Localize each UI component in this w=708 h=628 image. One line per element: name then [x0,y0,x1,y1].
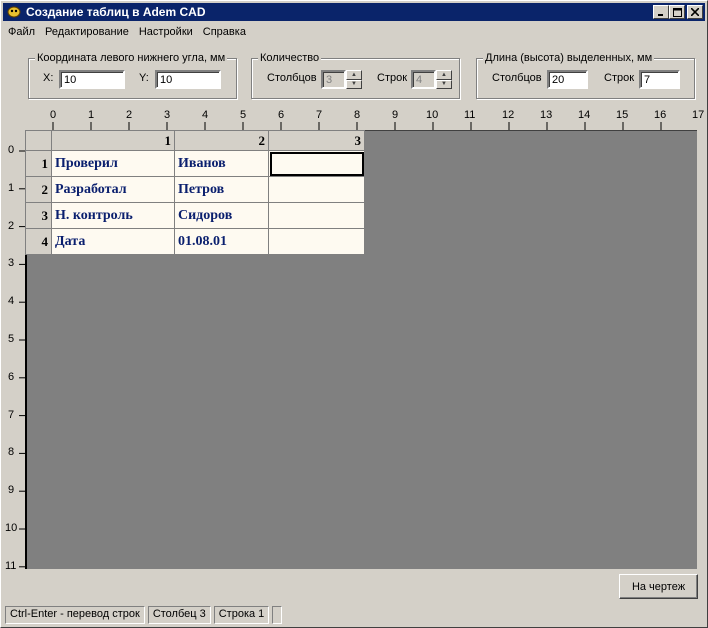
table-cell[interactable] [268,228,365,255]
horizontal-ruler [52,122,662,130]
status-column: Столбец 3 [147,606,211,624]
status-row: Строка 1 [213,606,270,624]
ruler-label: 0 [8,144,15,156]
main-window: Создание таблиц в Adem CAD Файл Редактир… [0,0,708,628]
spin-down-icon[interactable]: ▼ [436,79,452,89]
ruler-label: 4 [202,109,209,121]
minimize-icon [658,14,663,16]
column-header[interactable]: 2 [174,130,269,151]
row-header[interactable]: 1 [25,150,52,177]
ruler-label: 11 [464,109,476,121]
ruler-label: 9 [392,109,399,121]
vertical-ruler [19,150,27,568]
status-empty [272,606,283,624]
table-cell-selected[interactable] [268,150,365,177]
close-icon [691,8,699,16]
ruler-label: 11 [5,559,17,572]
maximize-icon [672,7,682,17]
columns-size-input[interactable]: 20 [547,70,588,89]
ruler-label: 4 [8,295,15,308]
row-header[interactable]: 3 [25,202,52,229]
ruler-label: 6 [278,109,285,121]
ruler-label: 3 [164,109,171,121]
table-cell[interactable]: Разработал [51,176,175,203]
table-cell[interactable] [268,176,365,203]
to-drawing-button[interactable]: На чертеж [619,574,698,599]
menu-help[interactable]: Справка [198,26,251,38]
table-row: 3 Н. контроль Сидоров [25,202,365,229]
x-label: X: [43,72,54,84]
ruler-label: 5 [8,333,15,345]
rows-count-label: Строк [377,72,408,84]
table-row: 4 Дата 01.08.01 [25,228,365,255]
columns-count-input[interactable]: 3 [321,70,346,89]
column-header[interactable]: 1 [51,130,175,151]
rows-size-input[interactable]: 7 [639,70,680,89]
ruler-label: 8 [8,446,15,459]
rows-count-spinner[interactable]: ▲ ▼ [436,70,452,89]
y-coordinate-input[interactable]: 10 [155,70,221,89]
ruler-label: 7 [8,408,15,421]
maximize-button[interactable] [669,5,685,19]
status-bar: Ctrl-Enter - перевод строк Столбец 3 Стр… [5,606,283,624]
menu-file[interactable]: Файл [3,26,40,38]
spin-up-icon[interactable]: ▲ [346,70,362,80]
y-label: Y: [139,72,149,84]
ruler-label: 5 [240,109,247,121]
ruler-label: 17 [692,109,705,121]
menu-edit[interactable]: Редактирование [40,26,134,38]
menu-settings[interactable]: Настройки [134,26,198,38]
table-cell[interactable]: Н. контроль [51,202,175,229]
title-bar[interactable]: Создание таблиц в Adem CAD [3,3,705,21]
ruler-label: 10 [426,109,439,121]
ruler-label: 0 [50,109,57,121]
column-header[interactable]: 3 [268,130,365,151]
row-header[interactable]: 2 [25,176,52,203]
ruler-label: 14 [578,109,591,121]
table-cell[interactable]: Сидоров [174,202,269,229]
ruler-label: 10 [5,522,18,534]
table-row: 1 Проверил Иванов [25,150,365,177]
table-row: 2 Разработал Петров [25,176,365,203]
columns-count-spinner[interactable]: ▲ ▼ [346,70,362,89]
ruler-label: 16 [654,109,667,121]
count-legend: Количество [258,52,322,64]
table-grid[interactable]: 1 2 3 1 Проверил Иванов 2 Разработал Пет… [25,130,365,255]
minimize-button[interactable] [653,5,669,19]
table-cell[interactable]: Проверил [51,150,175,177]
size-legend: Длина (высота) выделенных, мм [483,52,655,64]
ruler-label: 13 [540,109,553,121]
table-cell[interactable] [268,202,365,229]
ruler-label: 6 [8,370,15,383]
spin-up-icon[interactable]: ▲ [436,70,452,80]
corner-coordinate-legend: Координата левого нижнего угла, мм [35,52,228,64]
grid-corner[interactable] [25,130,52,151]
ruler-label: 9 [8,484,15,497]
window-title: Создание таблиц в Adem CAD [26,5,206,19]
ruler-label: 2 [8,219,15,232]
ruler-label: 7 [316,109,323,121]
ruler-label: 15 [616,109,629,121]
columns-count-label: Столбцов [267,72,317,84]
spin-down-icon[interactable]: ▼ [346,79,362,89]
row-header[interactable]: 4 [25,228,52,255]
rows-size-label: Строк [604,72,635,84]
x-coordinate-input[interactable]: 10 [59,70,125,89]
table-cell[interactable]: Иванов [174,150,269,177]
close-button[interactable] [687,5,703,19]
status-hint: Ctrl-Enter - перевод строк [5,606,145,624]
rows-count-input[interactable]: 4 [411,70,436,89]
columns-size-label: Столбцов [492,72,542,84]
app-icon [6,5,22,19]
menu-bar: Файл Редактирование Настройки Справка [3,23,251,41]
ruler-label: 3 [8,257,15,270]
ruler-label: 1 [88,109,95,121]
table-cell[interactable]: Дата [51,228,175,255]
ruler-label: 8 [354,109,361,121]
ruler-label: 1 [8,181,15,194]
table-cell[interactable]: Петров [174,176,269,203]
ruler-label: 2 [126,109,133,121]
table-cell[interactable]: 01.08.01 [174,228,269,255]
ruler-label: 12 [502,109,515,121]
